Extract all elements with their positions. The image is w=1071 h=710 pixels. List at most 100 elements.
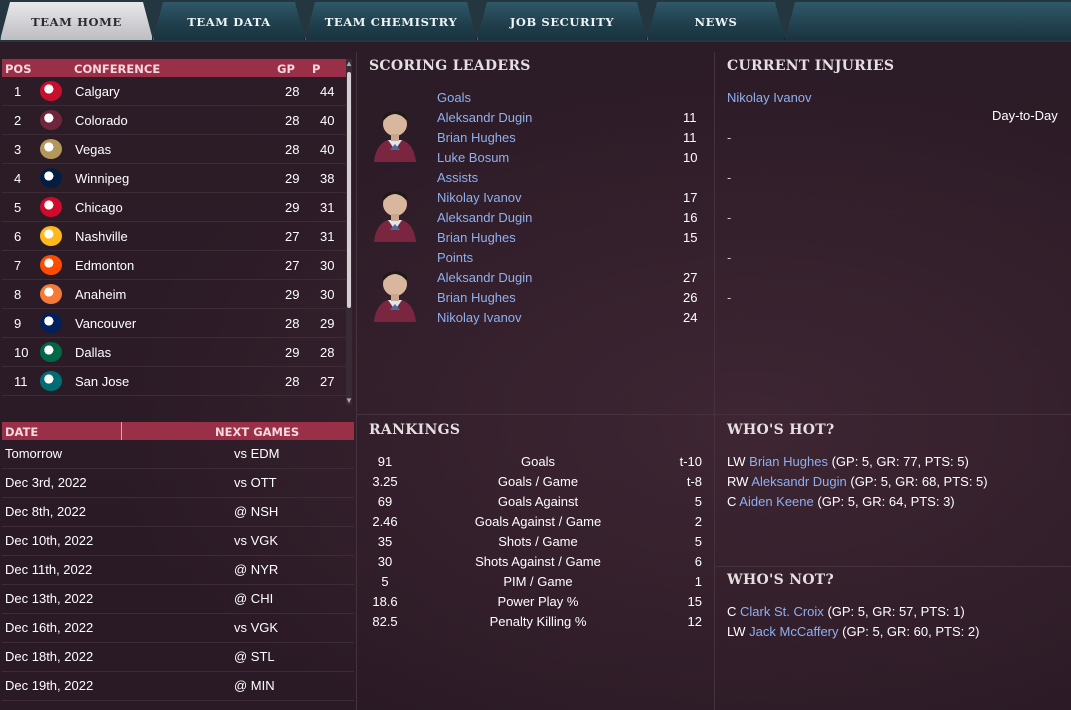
standings-row[interactable]: 1 Calgary 28 44 bbox=[2, 77, 346, 106]
ranking-row: 30 Shots Against / Game 6 bbox=[358, 552, 708, 572]
leader-player-link[interactable]: Aleksandr Dugin bbox=[437, 270, 532, 285]
game-opponent[interactable]: vs VGK bbox=[234, 620, 278, 635]
ranking-stat: Goals Against / Game bbox=[474, 514, 602, 529]
standings-gp: 27 bbox=[285, 229, 300, 244]
standings-row[interactable]: 6 Nashville 27 31 bbox=[2, 222, 346, 251]
standings-row[interactable]: 9 Vancouver 28 29 bbox=[2, 309, 346, 338]
game-row[interactable]: Dec 10th, 2022 vs VGK bbox=[2, 527, 354, 556]
game-opponent[interactable]: vs OTT bbox=[234, 475, 277, 490]
leader-player-link[interactable]: Luke Bosum bbox=[437, 150, 509, 165]
ranking-value: 69 bbox=[377, 494, 393, 509]
standings-points: 30 bbox=[320, 287, 335, 302]
game-row[interactable]: Tomorrow vs EDM bbox=[2, 440, 354, 469]
game-row[interactable]: Dec 18th, 2022 @ STL bbox=[2, 643, 354, 672]
leader-player-link[interactable]: Brian Hughes bbox=[437, 290, 516, 305]
tab-job-security[interactable]: JOB SECURITY bbox=[477, 2, 647, 40]
scoring-category: Assists bbox=[437, 170, 479, 185]
standings-row[interactable]: 5 Chicago 29 31 bbox=[2, 193, 346, 222]
standings-pos: 2 bbox=[14, 113, 22, 128]
standings-gp: 28 bbox=[285, 316, 300, 331]
standings-gp: 29 bbox=[285, 200, 300, 215]
standings-row[interactable]: 7 Edmonton 27 30 bbox=[2, 251, 346, 280]
game-row[interactable]: Dec 3rd, 2022 vs OTT bbox=[2, 469, 354, 498]
col-gp[interactable]: GP bbox=[277, 62, 295, 76]
ranking-stat: Goals Against bbox=[497, 494, 579, 509]
standings-row[interactable]: 3 Vegas 28 40 bbox=[2, 135, 346, 164]
injured-player-link[interactable]: Nikolay Ivanov bbox=[727, 90, 812, 105]
player-link[interactable]: Clark St. Croix bbox=[740, 604, 824, 619]
game-opponent[interactable]: @ MIN bbox=[234, 678, 275, 693]
standings-gp: 28 bbox=[285, 113, 300, 128]
game-opponent[interactable]: @ CHI bbox=[234, 591, 273, 606]
leader-player-link[interactable]: Nikolay Ivanov bbox=[437, 190, 522, 205]
player-stats: (GP: 5, GR: 60, PTS: 2) bbox=[842, 624, 980, 639]
scroll-down-icon[interactable]: ▼ bbox=[345, 396, 353, 405]
injury-empty-slot: - bbox=[727, 130, 732, 145]
standings-team: Winnipeg bbox=[75, 171, 130, 186]
game-row[interactable]: Dec 8th, 2022 @ NSH bbox=[2, 498, 354, 527]
hot-player-row: LW Brian Hughes (GP: 5, GR: 77, PTS: 5) bbox=[727, 454, 969, 469]
tab-team-chemistry[interactable]: TEAM CHEMISTRY bbox=[305, 2, 477, 40]
injury-empty-slot: - bbox=[727, 210, 732, 225]
standings-row[interactable]: 8 Anaheim 29 30 bbox=[2, 280, 346, 309]
ranking-value: 2.46 bbox=[372, 514, 398, 529]
scoring-category: Points bbox=[437, 250, 474, 265]
ranking-stat: Shots Against / Game bbox=[475, 554, 601, 569]
scoring-category: Goals bbox=[437, 90, 471, 105]
game-opponent[interactable]: @ STL bbox=[234, 649, 275, 664]
leader-player-link[interactable]: Nikolay Ivanov bbox=[437, 310, 522, 325]
leader-player-link[interactable]: Brian Hughes bbox=[437, 130, 516, 145]
col-conference[interactable]: CONFERENCE bbox=[74, 62, 160, 76]
tab-team-home[interactable]: TEAM HOME bbox=[0, 2, 153, 40]
game-date: Dec 19th, 2022 bbox=[5, 678, 94, 693]
player-link[interactable]: Jack McCaffery bbox=[749, 624, 838, 639]
tab-bar: TEAM HOME TEAM DATA TEAM CHEMISTRY JOB S… bbox=[0, 0, 1071, 42]
team-logo-icon bbox=[40, 226, 62, 246]
standings-gp: 27 bbox=[285, 258, 300, 273]
leader-player-link[interactable]: Aleksandr Dugin bbox=[437, 210, 532, 225]
leader-value: 10 bbox=[683, 150, 698, 165]
tab-news[interactable]: NEWS bbox=[647, 2, 785, 40]
leader-player-link[interactable]: Aleksandr Dugin bbox=[437, 110, 532, 125]
tab-team-data[interactable]: TEAM DATA bbox=[153, 2, 305, 40]
game-opponent[interactable]: vs EDM bbox=[234, 446, 280, 461]
standings-pos: 9 bbox=[14, 316, 22, 331]
ranking-stat: Power Play % bbox=[497, 594, 579, 609]
game-row[interactable]: Dec 19th, 2022 @ MIN bbox=[2, 672, 354, 701]
player-link[interactable]: Brian Hughes bbox=[749, 454, 828, 469]
leader-player-link[interactable]: Brian Hughes bbox=[437, 230, 516, 245]
whos-not-title: WHO'S NOT? bbox=[727, 572, 835, 588]
team-logo-icon bbox=[40, 168, 62, 188]
player-link[interactable]: Aleksandr Dugin bbox=[751, 474, 846, 489]
standings-gp: 28 bbox=[285, 142, 300, 157]
col-date: DATE bbox=[5, 425, 39, 439]
injury-empty-slot: - bbox=[727, 290, 732, 305]
game-opponent[interactable]: vs VGK bbox=[234, 533, 278, 548]
ranking-value: 5 bbox=[381, 574, 389, 589]
standings-points: 29 bbox=[320, 316, 335, 331]
player-link[interactable]: Aiden Keene bbox=[739, 494, 813, 509]
standings-row[interactable]: 2 Colorado 28 40 bbox=[2, 106, 346, 135]
game-row[interactable]: Dec 13th, 2022 @ CHI bbox=[2, 585, 354, 614]
standings-scroll-thumb[interactable] bbox=[347, 72, 351, 308]
col-next-games: NEXT GAMES bbox=[215, 425, 300, 439]
player-stats: (GP: 5, GR: 68, PTS: 5) bbox=[850, 474, 988, 489]
game-row[interactable]: Dec 16th, 2022 vs VGK bbox=[2, 614, 354, 643]
game-opponent[interactable]: @ NSH bbox=[234, 504, 278, 519]
game-row[interactable]: Dec 11th, 2022 @ NYR bbox=[2, 556, 354, 585]
standings-row[interactable]: 11 San Jose 28 27 bbox=[2, 367, 346, 396]
game-opponent[interactable]: @ NYR bbox=[234, 562, 278, 577]
injury-status: Day-to-Day bbox=[992, 108, 1058, 123]
player-headshot bbox=[368, 264, 422, 322]
ranking-value: 30 bbox=[377, 554, 393, 569]
col-p[interactable]: P bbox=[312, 62, 320, 76]
scroll-up-icon[interactable]: ▲ bbox=[345, 59, 353, 68]
ranking-rank: 12 bbox=[687, 614, 702, 629]
standings-row[interactable]: 10 Dallas 29 28 bbox=[2, 338, 346, 367]
player-stats: (GP: 5, GR: 64, PTS: 3) bbox=[817, 494, 955, 509]
ranking-stat: PIM / Game bbox=[503, 574, 573, 589]
leader-value: 24 bbox=[683, 310, 698, 325]
leader-value: 15 bbox=[683, 230, 698, 245]
standings-row[interactable]: 4 Winnipeg 29 38 bbox=[2, 164, 346, 193]
game-date: Dec 10th, 2022 bbox=[5, 533, 94, 548]
